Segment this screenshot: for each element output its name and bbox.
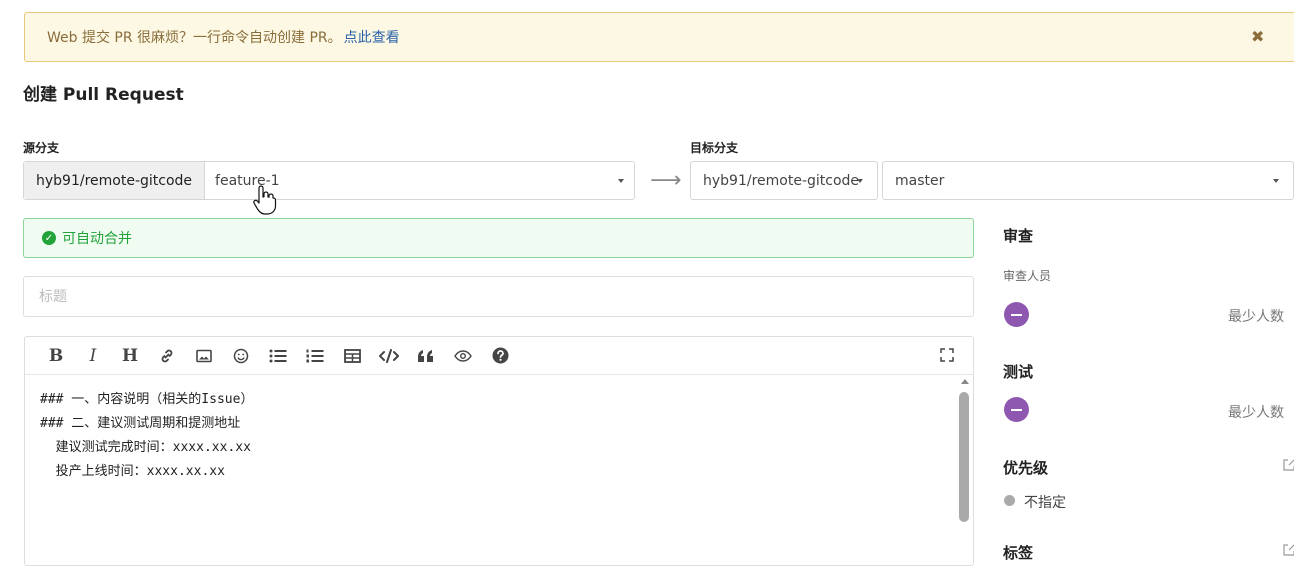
hand-cursor-icon bbox=[253, 185, 277, 215]
add-reviewer-avatar[interactable] bbox=[1004, 302, 1029, 327]
pr-title-input[interactable] bbox=[23, 276, 974, 317]
tags-title: 标签 bbox=[1003, 544, 1034, 562]
editor-line: 建议测试完成时间：xxxx.xx.xx bbox=[40, 440, 251, 455]
table-icon[interactable] bbox=[341, 345, 363, 367]
close-icon[interactable]: ✖ bbox=[1251, 27, 1264, 46]
target-branch-value: master bbox=[895, 172, 945, 189]
tester-min-count: 最少人数 bbox=[1228, 405, 1284, 421]
editor-line: ### 二、建议测试周期和提测地址 bbox=[40, 416, 241, 431]
page-title: 创建 Pull Request bbox=[23, 85, 184, 105]
heading-button[interactable]: H bbox=[119, 345, 141, 367]
italic-button[interactable]: I bbox=[82, 345, 104, 367]
target-repo-select[interactable]: hyb91/remote-gitcode bbox=[690, 161, 878, 200]
link-icon[interactable] bbox=[156, 345, 178, 367]
markdown-editor: B I H ### 一、内容说明（相关的Issue） ### 二、建议测试周期和… bbox=[24, 336, 974, 566]
merge-status-banner: ✓ 可自动合并 bbox=[23, 218, 974, 258]
arrow-right-icon: ⟶ bbox=[650, 168, 682, 193]
priority-dot bbox=[1004, 495, 1015, 506]
bulleted-list-icon[interactable] bbox=[267, 345, 289, 367]
numbered-list-icon[interactable] bbox=[304, 345, 326, 367]
fullscreen-icon[interactable] bbox=[940, 348, 954, 362]
source-repo: hyb91/remote-gitcode bbox=[24, 162, 206, 199]
editor-scrollbar[interactable] bbox=[959, 377, 971, 567]
edit-icon[interactable] bbox=[1283, 459, 1294, 471]
source-branch-group: hyb91/remote-gitcode feature-1 bbox=[23, 161, 635, 200]
image-icon[interactable] bbox=[193, 345, 215, 367]
add-tester-avatar[interactable] bbox=[1004, 397, 1029, 422]
review-title: 审查 bbox=[1003, 227, 1034, 245]
chevron-down-icon bbox=[618, 179, 624, 183]
source-branch-label: 源分支 bbox=[23, 141, 60, 155]
target-branch-label: 目标分支 bbox=[690, 141, 739, 155]
target-repo-value: hyb91/remote-gitcode bbox=[703, 172, 860, 189]
editor-textarea[interactable]: ### 一、内容说明（相关的Issue） ### 二、建议测试周期和提测地址 建议… bbox=[25, 376, 955, 566]
quote-icon[interactable] bbox=[415, 345, 437, 367]
help-icon[interactable] bbox=[489, 345, 511, 367]
check-circle-icon: ✓ bbox=[42, 231, 56, 245]
target-branch-select[interactable]: master bbox=[882, 161, 1294, 200]
preview-eye-icon[interactable] bbox=[452, 345, 474, 367]
banner-text: Web 提交 PR 很麻烦？一行命令自动创建 PR。 bbox=[47, 30, 342, 46]
scroll-up-icon[interactable] bbox=[961, 379, 969, 384]
edit-icon[interactable] bbox=[1283, 544, 1294, 556]
priority-value: 不指定 bbox=[1024, 495, 1066, 511]
emoji-icon[interactable] bbox=[230, 345, 252, 367]
code-icon[interactable] bbox=[378, 345, 400, 367]
pr-cli-banner: Web 提交 PR 很麻烦？一行命令自动创建 PR。 点此查看 ✖ bbox=[24, 12, 1294, 62]
scrollbar-thumb[interactable] bbox=[959, 392, 969, 522]
editor-line: ### 一、内容说明（相关的Issue） bbox=[40, 392, 254, 407]
editor-line: 投产上线时间：xxxx.xx.xx bbox=[40, 464, 225, 479]
test-title: 测试 bbox=[1003, 363, 1034, 381]
merge-status-text: 可自动合并 bbox=[62, 231, 132, 247]
chevron-down-icon bbox=[857, 179, 863, 183]
reviewer-min-count: 最少人数 bbox=[1228, 309, 1284, 325]
editor-toolbar: B I H bbox=[25, 337, 973, 375]
bold-button[interactable]: B bbox=[45, 345, 67, 367]
priority-title: 优先级 bbox=[1003, 459, 1049, 477]
banner-link[interactable]: 点此查看 bbox=[344, 27, 400, 47]
reviewer-label: 审查人员 bbox=[1003, 269, 1052, 283]
chevron-down-icon bbox=[1273, 179, 1279, 183]
